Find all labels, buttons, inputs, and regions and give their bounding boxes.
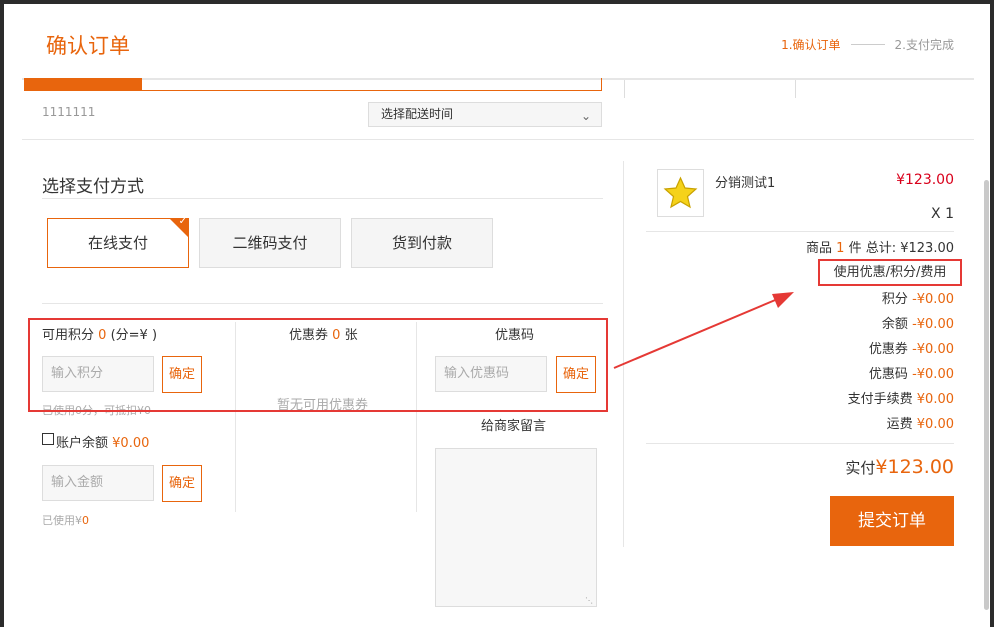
step-confirm-order: 1.确认订单 (781, 38, 841, 52)
message-label: 给商家留言 (481, 419, 547, 434)
balance-used-note: 已使用¥0 (42, 512, 89, 528)
balance-confirm-button[interactable]: 确定 (162, 465, 202, 502)
items-count: 1 (836, 241, 845, 256)
payment-section-title: 选择支付方式 (42, 177, 144, 197)
check-icon: ✓ (178, 216, 187, 227)
product-name[interactable]: 分销测试1 (715, 172, 775, 191)
pay-method-label: 货到付款 (391, 234, 452, 252)
summary-row-fee: 支付手续费 ¥0.00 (848, 388, 954, 407)
section-divider (22, 139, 974, 140)
balance-value: ¥0.00 (112, 436, 150, 451)
divider (624, 80, 625, 98)
summary-row-label: 积分 (881, 292, 908, 307)
summary-row-value: -¥0.00 (912, 292, 954, 307)
final-value: ¥123.00 (875, 456, 954, 478)
column-divider (416, 322, 417, 512)
message-textarea[interactable]: ⋱ (435, 448, 597, 607)
summary-row-label: 运费 (886, 417, 913, 432)
summary-row-value: -¥0.00 (912, 342, 954, 357)
coupon-empty-text: 暂无可用优惠券 (277, 398, 369, 413)
chevron-down-icon: ⌄ (580, 109, 591, 123)
divider (795, 80, 796, 98)
balance-checkbox[interactable] (42, 433, 54, 445)
payment-divider (42, 303, 603, 304)
points-used-note: 已使用0分，可抵扣¥0 (42, 404, 151, 417)
items-prefix: 商品 (806, 241, 833, 256)
progress-steps: 1.确认订单 2.支付完成 (781, 36, 954, 53)
summary-row-label: 优惠码 (868, 367, 908, 382)
summary-row-coupon: 优惠券 -¥0.00 (869, 338, 954, 357)
points-value: 0 (98, 328, 107, 343)
summary-row-value: ¥0.00 (916, 392, 954, 407)
balance-amount-input[interactable]: 输入金额 (42, 465, 154, 501)
step-connector (850, 44, 885, 45)
coupon-label-text: 优惠券 (289, 328, 329, 343)
summary-row-points: 积分 -¥0.00 (882, 288, 954, 307)
product-quantity: X 1 (931, 206, 954, 222)
points-input[interactable]: 输入积分 (42, 356, 154, 392)
coupon-unit: 张 (344, 328, 358, 343)
summary-divider (623, 161, 624, 547)
final-amount: 实付¥123.00 (845, 456, 954, 478)
promo-code-label: 优惠码 (495, 328, 535, 343)
coupon-label: 优惠券 0 张 (289, 324, 358, 343)
pay-method-label: 二维码支付 (232, 234, 308, 252)
page-title: 确认订单 (46, 34, 130, 58)
pay-method-qrcode[interactable]: 二维码支付 (199, 218, 341, 268)
delivery-time-select[interactable]: 选择配送时间 ⌄ (368, 102, 602, 127)
column-divider (235, 322, 236, 512)
pay-method-online[interactable]: 在线支付 ✓ (47, 216, 189, 268)
balance-note-text: 已使用¥ (42, 514, 82, 527)
confirm-order-modal: 确认订单 1.确认订单 2.支付完成 1111111 选择配送时间 ⌄ 选择支付… (4, 4, 990, 627)
delivery-time-value: 选择配送时间 (381, 107, 454, 121)
summary-row-shipping: 运费 ¥0.00 (887, 413, 954, 432)
address-card-tab[interactable] (24, 78, 142, 91)
balance-label: 账户余额 ¥0.00 (56, 432, 149, 451)
balance-note-value: 0 (82, 514, 89, 527)
points-rate: (分=¥ ) (110, 328, 158, 343)
points-confirm-button[interactable]: 确定 (162, 356, 202, 393)
summary-row-label: 支付手续费 (847, 392, 913, 407)
product-thumbnail[interactable] (657, 169, 704, 217)
modal-header: 确认订单 1.确认订单 2.支付完成 (4, 4, 990, 80)
summary-row-value: -¥0.00 (912, 367, 954, 382)
balance-label-text: 账户余额 (56, 436, 109, 451)
final-label: 实付 (845, 459, 876, 477)
product-divider (646, 231, 954, 232)
summary-row-value: ¥0.00 (916, 417, 954, 432)
summary-row-promo: 优惠码 -¥0.00 (869, 363, 954, 382)
scrollbar-thumb[interactable] (984, 180, 989, 610)
use-discount-link[interactable]: 使用优惠/积分/费用 (818, 259, 962, 286)
summary-row-value: -¥0.00 (912, 317, 954, 332)
promo-code-input[interactable]: 输入优惠码 (435, 356, 547, 392)
product-price: ¥123.00 (896, 172, 954, 188)
summary-row-label: 优惠券 (868, 342, 908, 357)
pay-method-label: 在线支付 (87, 234, 148, 252)
summary-row-label: 余额 (881, 317, 908, 332)
pay-method-cod[interactable]: 货到付款 (351, 218, 493, 268)
items-total-text: 件 总计: ¥123.00 (848, 241, 954, 256)
items-total: 商品 1 件 总计: ¥123.00 (806, 237, 954, 256)
total-divider (646, 443, 954, 444)
resize-grip-icon[interactable]: ⋱ (585, 596, 593, 605)
address-code: 1111111 (42, 105, 96, 119)
star-icon (663, 176, 698, 209)
submit-order-button[interactable]: 提交订单 (830, 496, 954, 546)
coupon-count: 0 (332, 328, 341, 343)
payment-title-divider (42, 198, 603, 199)
summary-row-balance: 余额 -¥0.00 (882, 313, 954, 332)
points-label-text: 可用积分 (42, 328, 95, 343)
promo-confirm-button[interactable]: 确定 (556, 356, 596, 393)
points-label: 可用积分 0 (分=¥ ) (42, 324, 157, 343)
step-payment-complete: 2.支付完成 (894, 38, 954, 52)
